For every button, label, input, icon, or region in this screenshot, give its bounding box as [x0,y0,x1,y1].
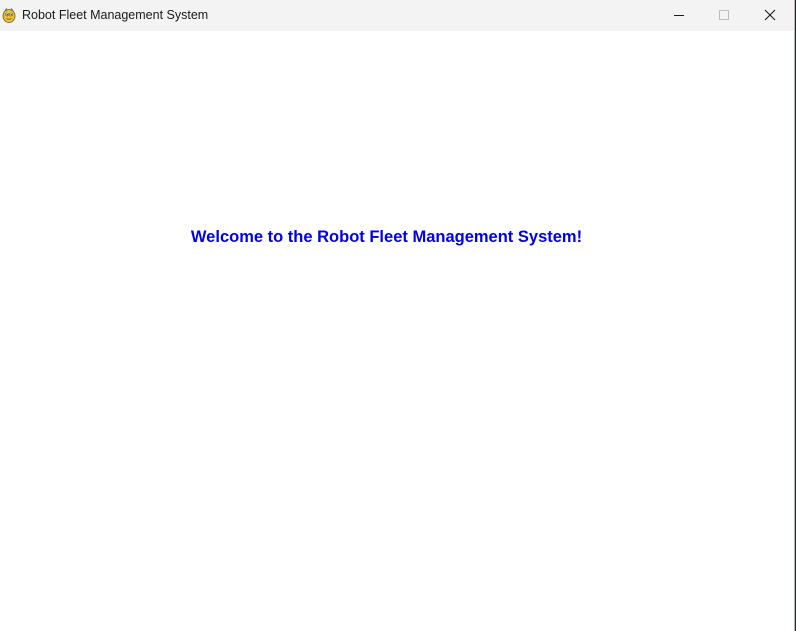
title-bar[interactable]: Robot Fleet Management System [0,0,794,31]
main-canvas[interactable]: Welcome to the Robot Fleet Management Sy… [0,31,794,631]
minimize-button[interactable] [656,0,702,31]
window-title: Robot Fleet Management System [22,8,209,22]
pygame-snake-icon [1,7,17,23]
maximize-button[interactable] [701,0,747,31]
welcome-message: Welcome to the Robot Fleet Management Sy… [190,228,583,246]
close-button[interactable] [747,0,793,31]
app-window: Robot Fleet Management System Welcome to… [0,0,795,631]
